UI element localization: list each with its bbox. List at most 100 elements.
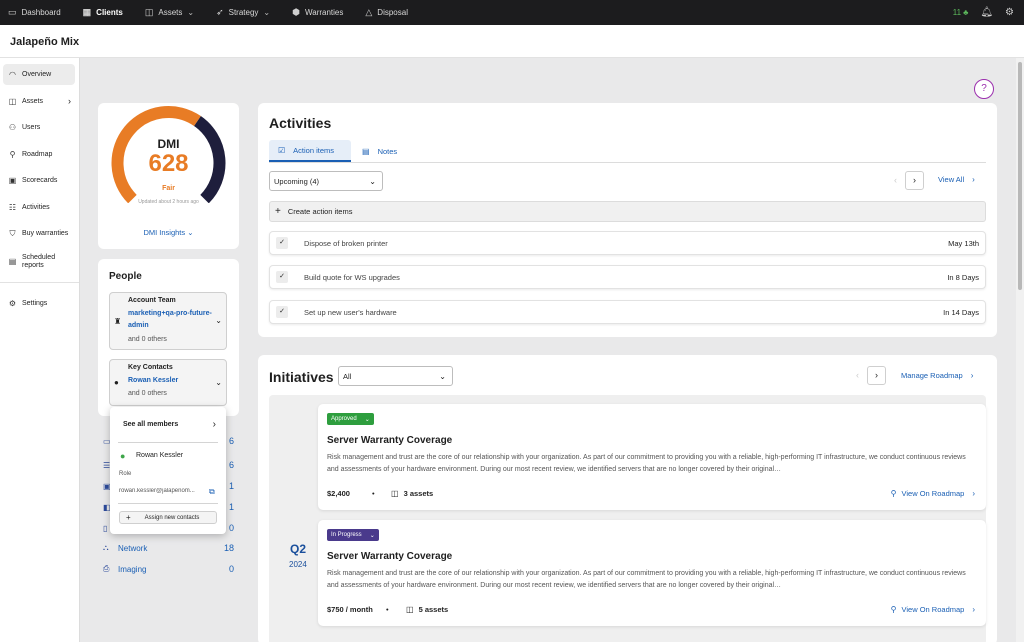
chevron-right-icon: › [970, 371, 974, 380]
printer-icon: ⎙ [103, 564, 110, 573]
sidebar-item-settings[interactable]: ⚙ Settings [3, 293, 75, 314]
sidebar-item-scheduled-reports[interactable]: ▤ Scheduled reports [3, 250, 75, 274]
view-on-roadmap-link[interactable]: ⚲ View On Roadmap › [891, 605, 975, 614]
roadmap-icon: ⚲ [890, 489, 897, 498]
nav-clients[interactable]: ▦ Clients [83, 7, 123, 18]
rocket-icon: ➶ [216, 7, 224, 17]
checkbox[interactable]: ✓ [276, 237, 288, 249]
initiative-description: Risk management and trust are the core o… [327, 570, 966, 589]
sidebar-item-overview[interactable]: ◠ Overview [3, 64, 75, 85]
next-page-button[interactable]: › [867, 366, 886, 385]
action-item[interactable]: ✓ Build quote for WS upgrades In 8 Days [269, 265, 986, 289]
view-all-button[interactable]: View All › [938, 175, 975, 184]
sidebar-item-roadmap[interactable]: ⚲ Roadmap [3, 144, 75, 165]
cart-icon: ⛉ [9, 228, 16, 238]
sidebar-item-activities[interactable]: ☷ Activities [3, 197, 75, 218]
account-team-dropdown[interactable]: ♜ Account Team marketing+qa-pro-future-a… [109, 292, 227, 350]
nav-warranties[interactable]: ⬢ Warranties [292, 7, 343, 18]
dmi-score: 628 [148, 150, 189, 177]
next-page-button[interactable]: › [905, 171, 924, 190]
initiative-card[interactable]: In Progress ⌄ Server Warranty Coverage Ri… [318, 520, 986, 626]
prev-page-button[interactable]: ‹ [886, 171, 905, 190]
gear-icon[interactable]: ⚙ [1005, 7, 1014, 18]
dmi-insights-button[interactable]: DMI Insights ⌄ [98, 228, 239, 237]
help-button[interactable]: ? [974, 79, 994, 99]
chevron-down-icon: ⌄ [215, 316, 222, 325]
notes-icon: ▤ [362, 146, 370, 156]
key-contacts-heading: Key Contacts [128, 364, 173, 371]
initiative-assets: ◫ 5 assets [406, 605, 449, 614]
page-scrollbar[interactable] [1016, 58, 1024, 642]
nav-assets[interactable]: ◫ Assets ⌄ [145, 7, 194, 18]
people-card: People ♜ Account Team marketing+qa-pro-f… [98, 259, 239, 416]
manage-roadmap-button[interactable]: Manage Roadmap › [901, 371, 973, 380]
chevron-right-icon: › [972, 175, 975, 184]
tab-action-items[interactable]: ☑ Action items [269, 140, 351, 162]
chevron-down-icon: ⌄ [187, 228, 194, 237]
initiative-cost: $750 / month [327, 605, 373, 614]
initiatives-filter-select[interactable]: All ⌄ [338, 366, 453, 386]
users-icon: ⚇ [8, 123, 17, 132]
roadmap-icon: ⚲ [890, 605, 897, 614]
recycle-icon: △ [365, 7, 373, 17]
see-all-members-link[interactable]: See all members [123, 421, 178, 428]
chevron-right-icon[interactable]: › [213, 419, 216, 430]
initiative-card[interactable]: Approved ⌄ Server Warranty Coverage Risk … [318, 404, 986, 510]
assign-new-contacts-button[interactable]: + Assign new contacts [119, 511, 217, 524]
key-contacts-others: and 0 others [128, 390, 167, 397]
dmi-rating: Fair [162, 185, 175, 192]
nav-disposal[interactable]: △ Disposal [365, 7, 408, 18]
key-contacts-name: Rowan Kessler [128, 377, 179, 384]
action-item[interactable]: ✓ Set up new user's hardware In 14 Days [269, 300, 986, 324]
bell-icon[interactable]: 🔔︎ [980, 7, 993, 18]
status-badge[interactable]: In Progress ⌄ [327, 529, 379, 541]
initiative-title: Server Warranty Coverage [327, 551, 453, 562]
view-on-roadmap-link[interactable]: ⚲ View On Roadmap › [891, 489, 975, 498]
checklist-icon: ☑ [278, 145, 286, 155]
chevron-right-icon: › [972, 605, 975, 614]
nav-dashboard[interactable]: ▭ Dashboard [8, 7, 61, 18]
sidebar-item-buy-warranties[interactable]: ⛉ Buy warranties [3, 223, 75, 244]
copy-icon[interactable]: ⧉ [209, 487, 215, 497]
initiative-description: Risk management and trust are the core o… [327, 454, 966, 473]
calendar-icon: ▤ [8, 256, 17, 266]
quarter-year: 2024 [289, 560, 307, 569]
initiative-cost: $2,400 [327, 489, 350, 498]
action-item[interactable]: ✓ Dispose of broken printer May 13th [269, 231, 986, 255]
account-team-name: marketing+qa-pro-future-admin [128, 310, 212, 329]
key-contacts-popover: See all members › ● Rowan Kessler Role r… [110, 407, 226, 534]
person-icon: ● [120, 451, 126, 461]
scrollbar-thumb[interactable] [1018, 62, 1022, 290]
quarter-label: Q2 [290, 542, 307, 556]
stat-row-network[interactable]: ⛬ Network 18 [103, 542, 234, 554]
top-right-controls: 11 ♣ 🔔︎ ⚙ [953, 0, 1014, 25]
assets-icon: ◫ [406, 605, 414, 614]
status-badge[interactable]: Approved ⌄ [327, 413, 374, 425]
chevron-down-icon: ⌄ [369, 176, 376, 186]
prev-page-button[interactable]: ‹ [848, 366, 867, 385]
create-action-items-button[interactable]: + Create action items [269, 201, 986, 222]
activities-card: Activities ☑ Action items ▤ Notes Upcoming… [258, 103, 997, 337]
activities-title: Activities [269, 115, 332, 131]
contact-name: Rowan Kessler [136, 452, 184, 459]
updates-counter[interactable]: 11 ♣ [953, 8, 969, 17]
assets-icon: ◫ [8, 96, 17, 106]
person-icon: ● [114, 378, 119, 387]
dmi-updated-time: Updated about 2 hours ago [138, 199, 199, 205]
activities-filter-select[interactable]: Upcoming (4) ⌄ [269, 171, 383, 191]
scorecards-icon: ▣ [8, 176, 17, 185]
stat-row-imaging[interactable]: ⎙ Imaging 0 [103, 563, 234, 575]
sidebar-item-scorecards[interactable]: ▣ Scorecards [3, 170, 75, 191]
activities-icon: ☷ [8, 202, 17, 212]
chevron-right-icon: › [68, 96, 71, 106]
chevron-down-icon: ⌄ [187, 8, 195, 17]
nav-strategy[interactable]: ➶ Strategy ⌄ [216, 7, 270, 18]
key-contacts-dropdown[interactable]: ● Key Contacts Rowan Kessler and 0 other… [109, 359, 227, 406]
tab-notes[interactable]: ▤ Notes [360, 140, 397, 162]
sidebar-item-users[interactable]: ⚇ Users [3, 117, 75, 138]
sidebar-item-assets[interactable]: ◫ Assets › [3, 91, 75, 112]
checkbox[interactable]: ✓ [276, 306, 288, 318]
checkbox[interactable]: ✓ [276, 271, 288, 283]
plus-icon: + [126, 513, 131, 522]
initiative-assets: ◫ 3 assets [391, 489, 434, 498]
